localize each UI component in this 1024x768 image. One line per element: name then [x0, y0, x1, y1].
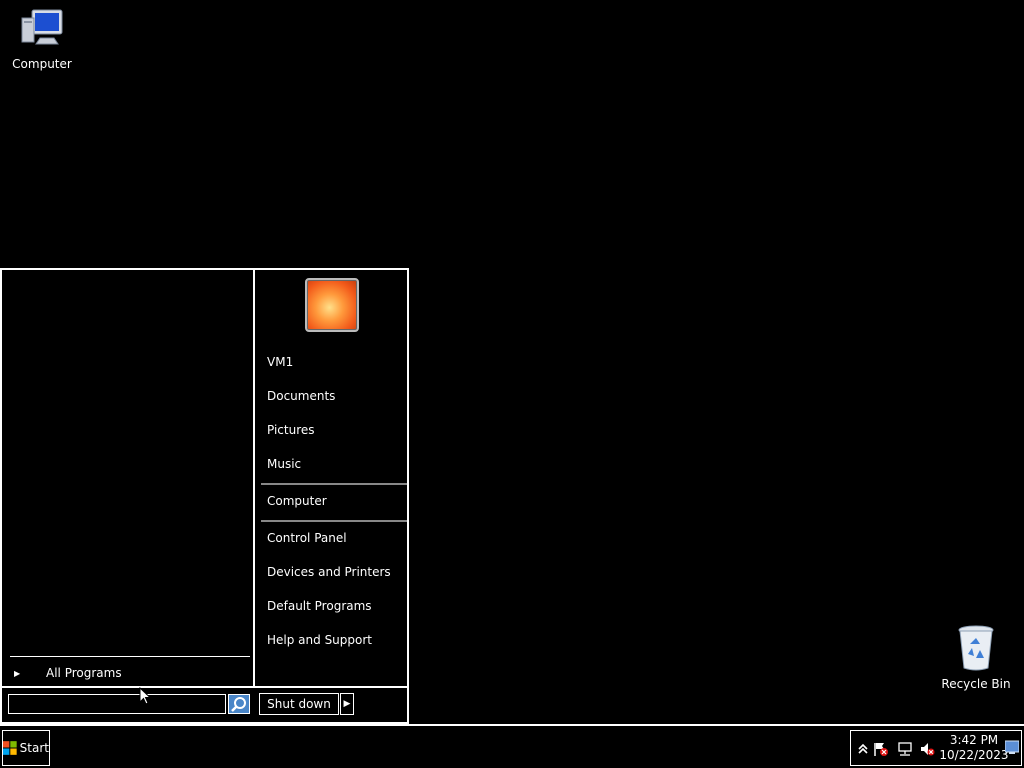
computer-icon [21, 9, 63, 45]
menu-item-control-panel[interactable]: Control Panel [267, 528, 347, 548]
separator [10, 656, 250, 657]
desktop-icon-computer[interactable]: Computer [0, 8, 84, 71]
all-programs-label: All Programs [46, 666, 122, 680]
volume-muted-icon[interactable] [919, 741, 935, 757]
start-menu: ▶ All Programs VM1 Documents Pictures Mu… [0, 268, 409, 724]
separator [261, 520, 407, 522]
network-icon[interactable] [897, 741, 913, 757]
start-menu-bottom-bar: Shut down ▶ [2, 686, 407, 722]
start-label: Start [19, 741, 49, 755]
show-desktop-icon[interactable] [1005, 739, 1019, 755]
menu-item-default-programs[interactable]: Default Programs [267, 596, 372, 616]
clock-time: 3:42 PM [949, 733, 999, 747]
desktop-icon-label: Computer [12, 57, 72, 71]
menu-item-music[interactable]: Music [267, 454, 301, 474]
user-picture[interactable] [305, 278, 359, 332]
menu-item-help-support[interactable]: Help and Support [267, 630, 372, 650]
triangle-right-icon: ▶ [14, 668, 21, 678]
all-programs-item[interactable]: ▶ All Programs [10, 662, 250, 684]
clock[interactable]: 3:42 PM 10/22/2023 [939, 733, 1009, 763]
menu-item-documents[interactable]: Documents [267, 386, 335, 406]
clock-date: 10/22/2023 [939, 748, 1009, 762]
search-input[interactable] [8, 694, 226, 714]
search-button[interactable] [228, 694, 250, 714]
search-icon [231, 697, 246, 712]
recycle-bin-icon [958, 625, 994, 671]
desktop-icon-recycle-bin[interactable]: Recycle Bin [934, 624, 1018, 691]
windows-logo-icon [3, 741, 17, 755]
pinned-programs-pane: ▶ All Programs [2, 270, 255, 686]
show-hidden-icons-icon[interactable] [855, 741, 871, 757]
mouse-cursor-icon [139, 687, 151, 705]
start-button[interactable]: Start [2, 730, 50, 766]
separator [261, 483, 407, 485]
triangle-right-icon: ▶ [343, 699, 351, 709]
menu-item-devices-printers[interactable]: Devices and Printers [267, 562, 391, 582]
menu-item-pictures[interactable]: Pictures [267, 420, 315, 440]
action-center-flag-icon[interactable] [873, 741, 889, 757]
menu-item-computer[interactable]: Computer [267, 491, 327, 511]
shutdown-options-button[interactable]: ▶ [340, 693, 354, 715]
taskbar: Start 3:42 PM 10/22/2023 [0, 724, 1024, 768]
menu-item-user[interactable]: VM1 [267, 352, 293, 372]
places-pane: VM1 Documents Pictures Music Computer Co… [257, 270, 407, 686]
notification-area: 3:42 PM 10/22/2023 [850, 730, 1022, 766]
desktop-icon-label: Recycle Bin [941, 677, 1011, 691]
shutdown-button[interactable]: Shut down [259, 693, 339, 715]
